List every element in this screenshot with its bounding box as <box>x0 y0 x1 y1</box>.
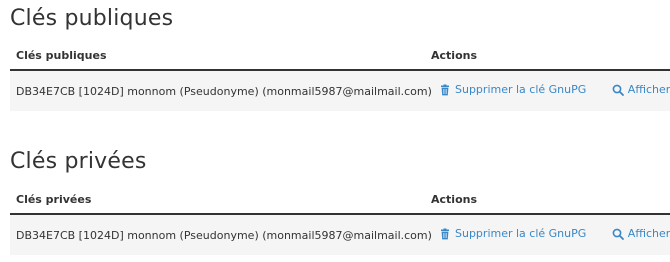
show-key-button[interactable]: Afficher <box>612 227 670 240</box>
table-row: DB34E7CB [1024D] monnom (Pseudonyme) (mo… <box>10 70 670 111</box>
private-keys-title: Clés privées <box>10 149 147 174</box>
show-key-label: Afficher <box>627 227 670 241</box>
public-keys-table: Clés publiques Actions DB34E7CB [1024D] … <box>10 41 670 111</box>
table-header-row: Clés publiques Actions <box>10 41 670 71</box>
delete-key-button[interactable]: Supprimer la clé GnuPG <box>439 227 586 240</box>
show-key-button[interactable]: Afficher <box>612 83 670 96</box>
row-actions: Supprimer la clé GnuPG Afficher <box>425 214 670 255</box>
trash-icon <box>439 84 451 96</box>
table-header-row: Clés privées Actions <box>10 185 670 215</box>
key-identity: DB34E7CB [1024D] monnom (Pseudonyme) (mo… <box>10 70 432 111</box>
trash-icon <box>439 228 451 240</box>
key-identity: DB34E7CB [1024D] monnom (Pseudonyme) (mo… <box>10 214 432 255</box>
row-actions: Supprimer la clé GnuPG Afficher <box>425 70 670 111</box>
show-key-label: Afficher <box>627 83 670 97</box>
actions-column-header: Actions <box>425 41 670 71</box>
delete-key-button[interactable]: Supprimer la clé GnuPG <box>439 83 586 96</box>
table-row: DB34E7CB [1024D] monnom (Pseudonyme) (mo… <box>10 214 670 255</box>
actions-column-header: Actions <box>425 185 670 215</box>
public-keys-title: Clés publiques <box>10 6 174 31</box>
delete-key-label: Supprimer la clé GnuPG <box>455 227 587 241</box>
search-icon <box>612 228 624 240</box>
key-column-header: Clés publiques <box>10 41 425 71</box>
search-icon <box>612 84 624 96</box>
key-column-header: Clés privées <box>10 185 425 215</box>
delete-key-label: Supprimer la clé GnuPG <box>455 83 587 97</box>
private-keys-table: Clés privées Actions DB34E7CB [1024D] mo… <box>10 185 670 255</box>
